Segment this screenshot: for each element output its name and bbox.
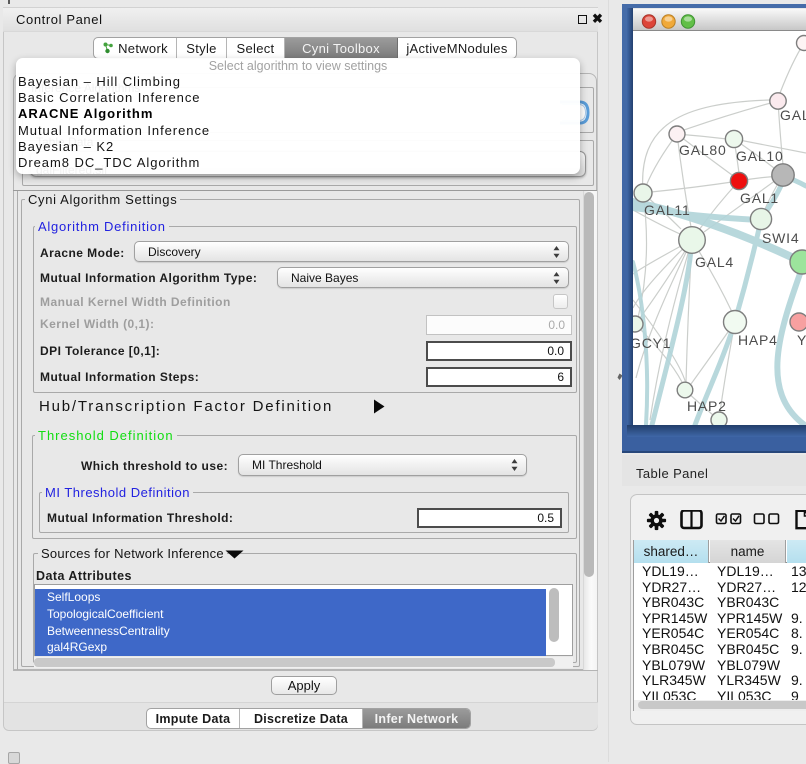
svg-text:GAL11: GAL11 [644,202,691,218]
svg-text:GAL1: GAL1 [740,190,779,206]
svg-text:GCY1: GCY1 [633,335,671,351]
svg-text:HAP2: HAP2 [687,398,727,414]
svg-text:GAL80: GAL80 [679,142,727,158]
svg-text:HAP4: HAP4 [738,332,778,348]
svg-text:GAL10: GAL10 [736,148,784,164]
svg-text:SWI4: SWI4 [762,230,799,246]
svg-text:GAL4: GAL4 [695,254,734,270]
svg-text:GAL7: GAL7 [780,107,806,123]
svg-text:YMR: YMR [797,332,806,348]
